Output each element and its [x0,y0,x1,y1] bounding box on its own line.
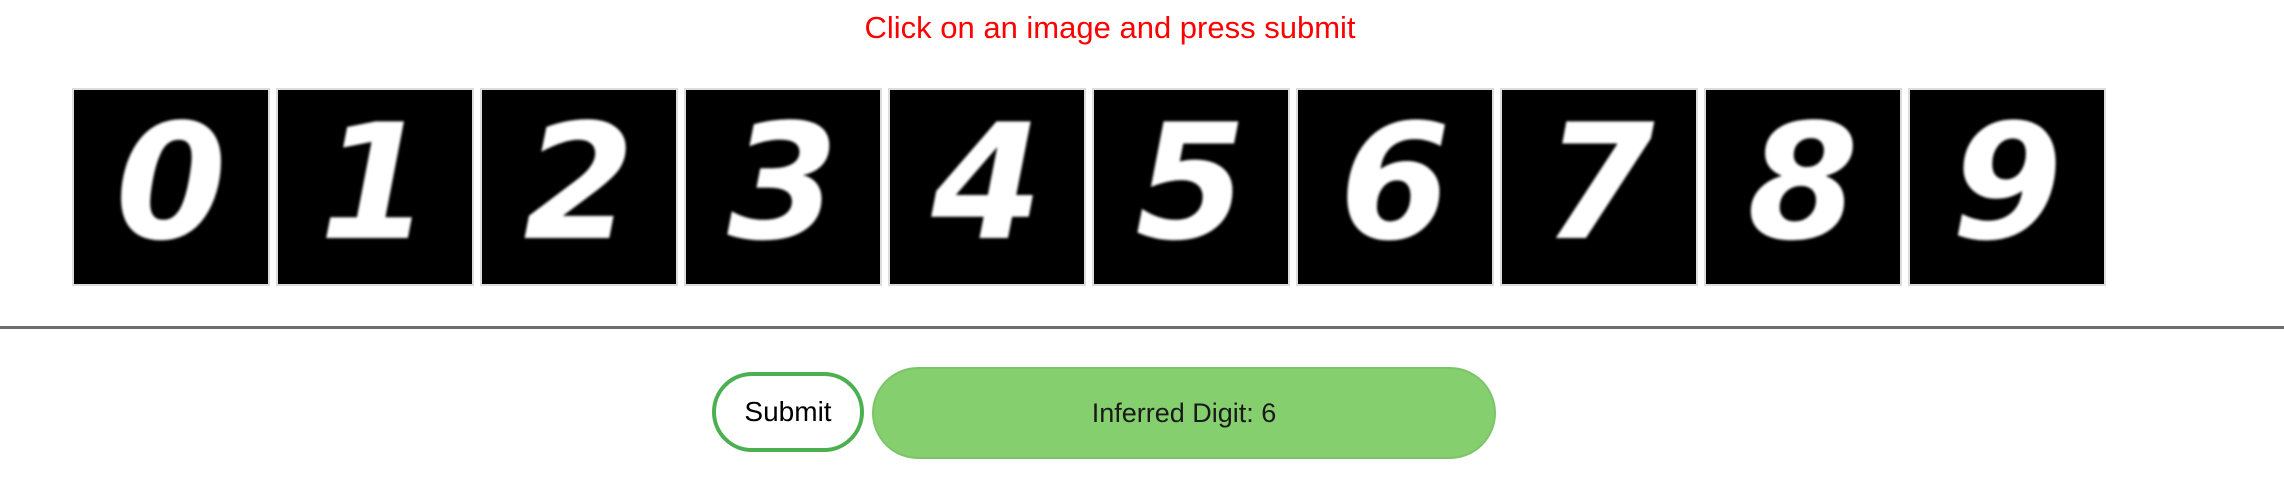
digit-image-1[interactable]: 1 [276,88,474,286]
digit-glyph: 0 [115,89,227,276]
digit-image-2[interactable]: 2 [480,88,678,286]
digit-image-strip: 0 1 2 3 4 5 6 7 8 9 [72,88,2106,286]
digit-glyph: 6 [1339,89,1451,276]
digit-image-0[interactable]: 0 [72,88,270,286]
digit-glyph: 9 [1951,89,2063,276]
submit-button[interactable]: Submit [712,372,864,452]
digit-glyph: 3 [727,89,839,276]
digit-glyph: 8 [1747,89,1859,276]
digit-image-4[interactable]: 4 [888,88,1086,286]
digit-glyph: 1 [319,89,431,276]
digit-glyph: 7 [1543,89,1655,276]
inferred-digit-text: Inferred Digit: 6 [1091,397,1277,428]
digit-glyph: 4 [931,89,1043,276]
inferred-digit-result: Inferred Digit: 6 [872,367,1496,459]
digit-image-6[interactable]: 6 [1296,88,1494,286]
digit-image-7[interactable]: 7 [1500,88,1698,286]
digit-image-8[interactable]: 8 [1704,88,1902,286]
horizontal-divider [0,326,2284,329]
digit-image-9[interactable]: 9 [1908,88,2106,286]
digit-image-3[interactable]: 3 [684,88,882,286]
digit-glyph: 5 [1135,89,1247,276]
instruction-text: Click on an image and press submit [864,10,1356,45]
digit-image-5[interactable]: 5 [1092,88,1290,286]
digit-glyph: 2 [523,89,635,276]
